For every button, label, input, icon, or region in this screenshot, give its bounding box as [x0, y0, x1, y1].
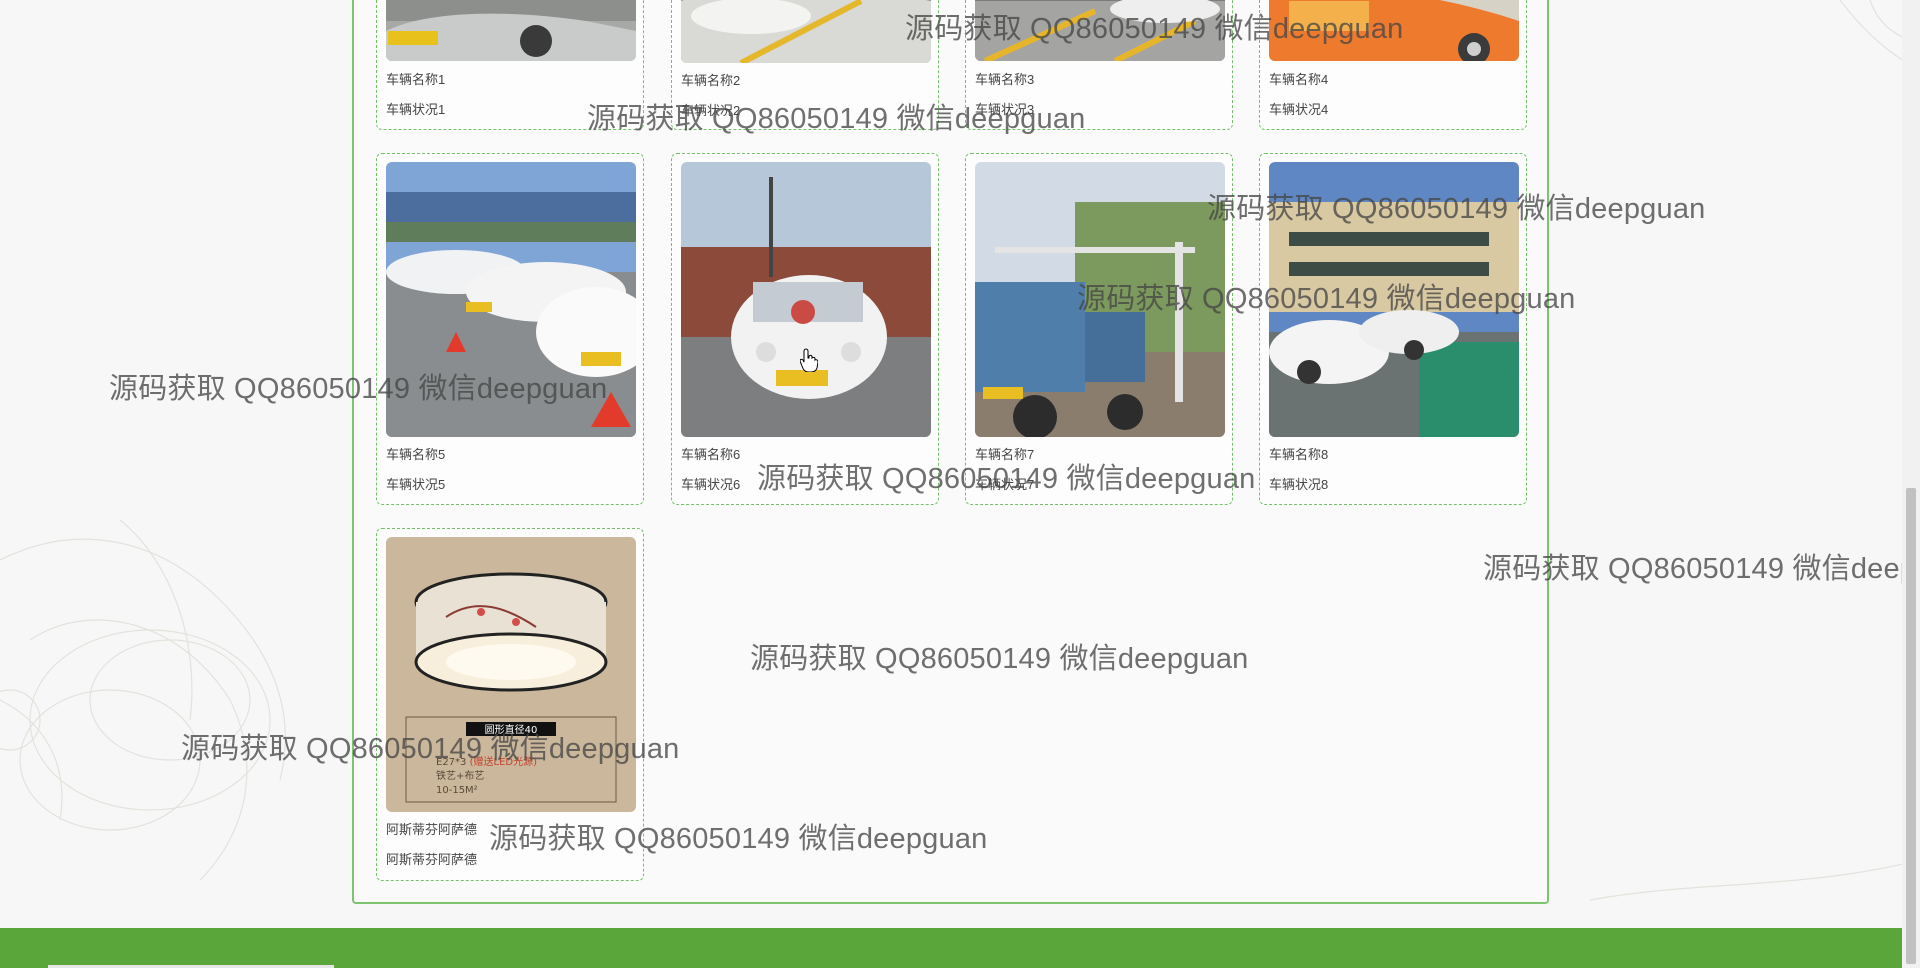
vehicle-card[interactable]: 车辆名称5 车辆状况5	[376, 153, 644, 505]
vehicle-card[interactable]: 车辆名称7 车辆状况7	[965, 153, 1233, 505]
vehicle-image[interactable]	[1269, 0, 1519, 61]
vehicle-status: 车辆状况2	[681, 103, 741, 118]
vehicle-card[interactable]: 圆形直径40 E27*3 (赠送LED光源) 铁艺+布艺 10-15M² 阿斯蒂…	[376, 528, 644, 881]
vehicle-status: 车辆状况4	[1269, 102, 1329, 117]
vehicle-status: 阿斯蒂芬阿萨德	[386, 852, 478, 867]
scrollbar-thumb[interactable]	[1906, 488, 1916, 964]
vehicle-image[interactable]	[681, 162, 931, 437]
vehicle-card[interactable]: 车辆名称4 车辆状况4	[1259, 0, 1527, 130]
vehicle-title: 车辆名称2	[681, 73, 741, 88]
vehicle-status: 车辆状况5	[386, 477, 446, 492]
vehicle-title: 车辆名称5	[386, 447, 446, 462]
vehicle-status: 车辆状况3	[975, 102, 1035, 117]
vehicle-card[interactable]: 车辆名称2 车辆状况2	[671, 0, 939, 130]
hand-cursor-icon	[800, 348, 818, 372]
vertical-scrollbar[interactable]	[1902, 0, 1920, 968]
vehicle-status: 车辆状况6	[681, 477, 741, 492]
vehicle-status: 车辆状况1	[386, 102, 446, 117]
svg-text:10-15M²: 10-15M²	[436, 785, 478, 796]
vehicle-card[interactable]: 车辆名称1 车辆状况1	[376, 0, 644, 130]
svg-text:铁艺+布艺: 铁艺+布艺	[436, 769, 484, 782]
vehicle-title: 车辆名称7	[975, 447, 1035, 462]
vehicle-card[interactable]: 车辆名称3 车辆状况3	[965, 0, 1233, 130]
vehicle-image[interactable]	[386, 162, 636, 437]
vehicle-title: 车辆名称1	[386, 72, 446, 87]
vehicle-image[interactable]	[975, 0, 1225, 61]
vehicle-image[interactable]	[386, 0, 636, 61]
vehicle-title: 车辆名称3	[975, 72, 1035, 87]
vehicle-image[interactable]	[681, 0, 931, 63]
vehicle-image[interactable]	[975, 162, 1225, 437]
vehicle-card[interactable]: 车辆名称6 车辆状况6	[671, 153, 939, 505]
vehicle-status: 车辆状况8	[1269, 477, 1329, 492]
vehicle-card[interactable]: 车辆名称8 车辆状况8	[1259, 153, 1527, 505]
vehicle-title: 车辆名称4	[1269, 72, 1329, 87]
svg-text:E27*3 (赠送LED光源): E27*3 (赠送LED光源)	[436, 755, 537, 768]
lamp-size-label: 圆形直径40	[485, 723, 538, 736]
vehicle-image[interactable]: 圆形直径40 E27*3 (赠送LED光源) 铁艺+布艺 10-15M²	[386, 537, 636, 812]
vehicle-status: 车辆状况7	[975, 477, 1035, 492]
vehicle-image[interactable]	[1269, 162, 1519, 437]
vehicle-title: 车辆名称6	[681, 447, 741, 462]
vehicle-title: 车辆名称8	[1269, 447, 1329, 462]
page-footer	[0, 928, 1920, 968]
vehicle-title: 阿斯蒂芬阿萨德	[386, 822, 478, 837]
